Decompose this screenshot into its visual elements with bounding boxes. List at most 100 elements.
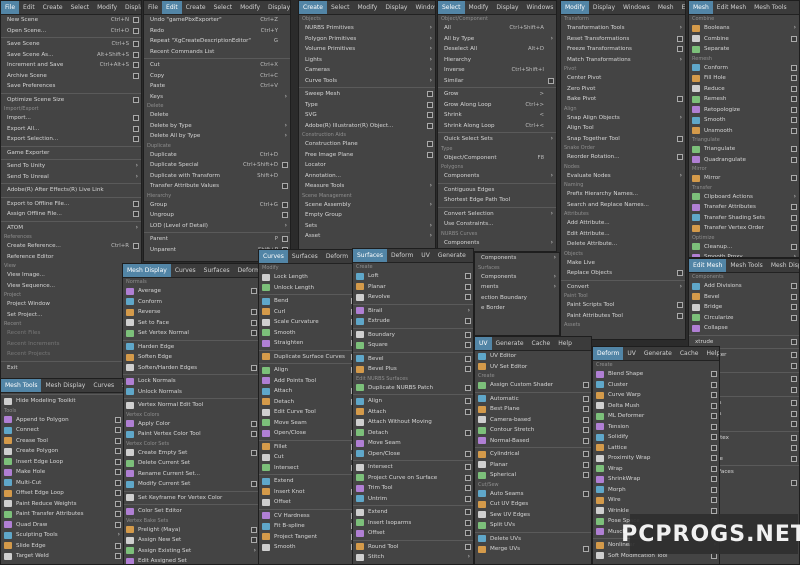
menubar-curves[interactable]: Curves (171, 264, 200, 277)
menu-item-locator[interactable]: Locator (299, 160, 435, 171)
option-box-icon[interactable] (251, 330, 257, 336)
option-box-icon[interactable] (583, 416, 589, 423)
option-box-icon[interactable] (133, 27, 139, 34)
option-box-icon[interactable] (677, 312, 683, 319)
menu-item-convert[interactable]: Convert › (561, 282, 685, 293)
menubar-create[interactable]: Create (39, 1, 67, 14)
option-box-icon[interactable] (251, 449, 257, 456)
menu-item-match-transformations[interactable]: Match Transformations › (561, 55, 685, 66)
menu-item-set-to-face[interactable]: Set to Face (123, 318, 259, 329)
option-box-icon[interactable] (115, 511, 121, 517)
menubar-create[interactable]: Create (182, 1, 210, 14)
menu-item-assign-custom-shader[interactable]: Assign Custom Shader (475, 380, 591, 391)
menu-item-edit-curve-tool[interactable]: Edit Curve Tool (259, 407, 359, 418)
menubar-surfaces[interactable]: Surfaces (288, 250, 322, 263)
menu-item-shrink-along-loop[interactable]: Shrink Along Loop Ctrl+< (438, 121, 556, 132)
menubar-display[interactable]: Display (589, 1, 619, 14)
menu-item-paint-scripts-tool[interactable]: Paint Scripts Tool (561, 300, 685, 311)
menu-item-intersect[interactable]: Intersect (353, 462, 473, 473)
menu-item-transfer-vertex-order[interactable]: Transfer Vertex Order (689, 223, 799, 234)
menu-item-shrinkwrap[interactable]: ShrinkWrap (593, 474, 719, 485)
menu-item-offset[interactable]: Offset› (259, 497, 359, 508)
menu-item-lod-level-of-detail[interactable]: LOD (Level of Detail) › (144, 221, 290, 232)
menu-item-adobe-r-illustrator-r-object[interactable]: Adobe(R) Illustrator(R) Object... (299, 121, 435, 132)
menu-item-automatic[interactable]: Automatic (475, 394, 591, 405)
menu-item-soften-edge[interactable]: Soften Edge (123, 352, 259, 363)
menubar-windows[interactable]: Windows (523, 1, 556, 14)
menu-item-add-attribute[interactable]: Add Attribute... (561, 218, 685, 229)
option-box-icon[interactable] (791, 156, 797, 163)
option-box-icon[interactable] (251, 420, 257, 427)
option-box-icon[interactable] (465, 294, 471, 300)
option-box-icon[interactable] (251, 288, 257, 294)
menu-item-conform[interactable]: Conform (123, 297, 259, 308)
option-box-icon[interactable] (115, 448, 121, 454)
menu-item-cleanup[interactable]: Cleanup... (689, 242, 799, 253)
menu-item-cameras[interactable]: Cameras › (299, 65, 435, 76)
menu-item-recent-commands-list[interactable]: Recent Commands List (144, 47, 290, 58)
menu-item-square[interactable]: Square (353, 340, 473, 351)
menu-item-sculpting-tools[interactable]: Sculpting Tools › (1, 530, 123, 541)
menu-item-bevel[interactable]: Bevel (689, 292, 799, 303)
option-box-icon[interactable] (133, 243, 139, 249)
menu-item-add-points-tool[interactable]: Add Points Tool (259, 376, 359, 387)
menu-item-send-to-unreal[interactable]: Send To Unreal › (1, 172, 141, 183)
option-box-icon[interactable] (583, 437, 589, 444)
menu-item-object-component[interactable]: Object/Component F8 (438, 153, 556, 164)
option-box-icon[interactable] (791, 479, 797, 486)
option-box-icon[interactable] (677, 46, 683, 52)
menu-item-sweep-mesh[interactable]: Sweep Mesh (299, 89, 435, 100)
menubar-display[interactable]: Display (492, 1, 522, 14)
option-box-icon[interactable] (133, 17, 139, 23)
option-box-icon[interactable] (465, 519, 471, 526)
menu-item-smooth[interactable]: Smooth (259, 542, 359, 553)
menu-item-curl[interactable]: Curl (259, 307, 359, 318)
menubar-generate[interactable]: Generate (640, 347, 676, 360)
menu-item-unlock-normals[interactable]: Unlock Normals (123, 387, 259, 398)
menu-item-paint-reduce-weights[interactable]: Paint Reduce Weights (1, 499, 123, 510)
menu-item-slide-edge[interactable]: Slide Edge (1, 541, 123, 552)
menubar-windows[interactable]: Windows (411, 1, 435, 14)
menu-item-delete-current-set[interactable]: Delete Current Set (123, 458, 259, 469)
menu-item-bridge[interactable]: Bridge (689, 302, 799, 313)
option-box-icon[interactable] (465, 408, 471, 415)
option-box-icon[interactable] (791, 455, 797, 462)
option-box-icon[interactable] (133, 41, 139, 47)
menu-item-curve-warp[interactable]: Curve Warp (593, 390, 719, 401)
menu-item-retopologize[interactable]: Retopologize (689, 105, 799, 116)
menu-item-ml-deformer[interactable]: ML Deformer (593, 411, 719, 422)
menu-item-prefix-hierarchy-names[interactable]: Prefix Hierarchy Names... (561, 189, 685, 200)
menu-item-open-close[interactable]: Open/Close (353, 449, 473, 460)
menu-item-similar[interactable]: Similar (438, 76, 556, 87)
menu-item-recent-files[interactable]: Recent Files› (1, 328, 141, 339)
menu-item-hide-modeling-toolkit[interactable]: Hide Modeling Toolkit (1, 396, 123, 407)
option-box-icon[interactable] (282, 183, 288, 189)
menu-item-volume-primitives[interactable]: Volume Primitives › (299, 44, 435, 55)
menu-item-duplicate[interactable]: Duplicate Ctrl+D (144, 150, 290, 161)
menu-item-recent-increments[interactable]: Recent Increments› (1, 339, 141, 350)
menu-item-extend[interactable]: Extend› (259, 476, 359, 487)
menu-item-search-and-replace-names[interactable]: Search and Replace Names... (561, 200, 685, 211)
menu-item-attach[interactable]: Attach (259, 386, 359, 397)
menu-item-quad-draw[interactable]: Quad Draw (1, 520, 123, 531)
menu-item-bend[interactable]: Bend (259, 296, 359, 307)
menu-item-delete[interactable]: Delete (144, 110, 290, 121)
menu-item-blend-shape[interactable]: Blend Shape (593, 369, 719, 380)
menu-item-hierarchy[interactable]: Hierarchy (438, 55, 556, 66)
menubar-mesh[interactable]: Mesh (689, 1, 713, 14)
menu-item-transfer-attributes[interactable]: Transfer Attributes (689, 202, 799, 213)
option-box-icon[interactable] (791, 35, 797, 42)
menu-item-use-constraints[interactable]: Use Constraints... (438, 219, 556, 230)
menu-item-harden-edge[interactable]: Harden Edge (123, 342, 259, 353)
option-box-icon[interactable] (791, 314, 797, 321)
menu-item-sew-uv-edges[interactable]: Sew UV Edges (475, 510, 591, 521)
menu-item-lock-normals[interactable]: Lock Normals (123, 376, 259, 387)
option-box-icon[interactable] (133, 62, 139, 68)
option-box-icon[interactable] (465, 495, 471, 502)
option-box-icon[interactable] (711, 486, 717, 493)
menu-item-birail[interactable]: Birail › (353, 306, 473, 317)
menu-item-rename-current-set[interactable]: Rename Current Set... (123, 469, 259, 480)
menu-item-make-hole[interactable]: Make Hole (1, 467, 123, 478)
menubar-mesh-tools[interactable]: Mesh Tools (726, 259, 766, 272)
menu-item-fit-b-spline[interactable]: Fit B-spline (259, 521, 359, 532)
